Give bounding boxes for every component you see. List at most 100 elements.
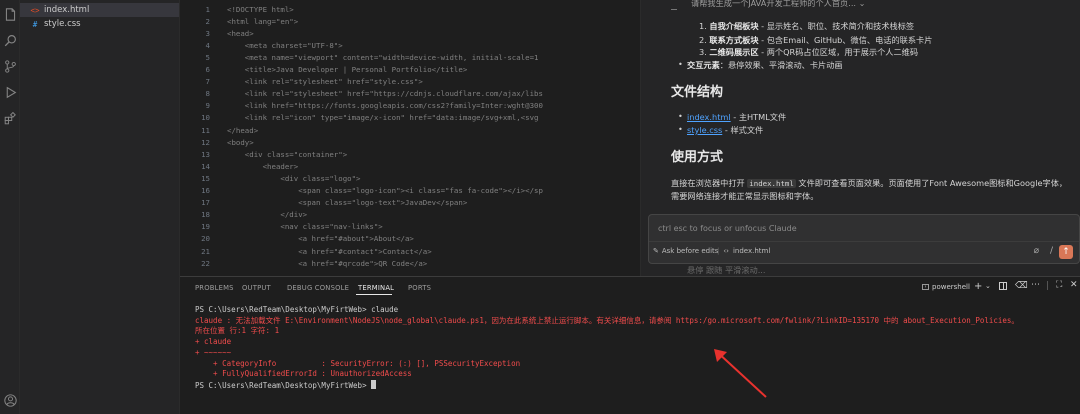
extensions-icon[interactable]: [2, 110, 18, 126]
ghost-text-content: 悬停 跟随 平滑滚动...: [687, 265, 766, 275]
code-line[interactable]: 18 </div>: [180, 209, 640, 221]
file-link[interactable]: index.html: [687, 112, 731, 122]
run-debug-icon[interactable]: [2, 84, 18, 100]
code-line[interactable]: 1 <!DOCTYPE html>: [180, 3, 640, 15]
list-text: - 样式文件: [722, 125, 764, 135]
code-text: <head>: [227, 28, 254, 38]
code-line[interactable]: 10 <link rel="icon" type="image/x-icon" …: [180, 112, 640, 124]
claude-input-box[interactable]: ctrl esc to focus or unfocus Claude ✎ As…: [648, 214, 1080, 264]
code-text: <header>: [227, 161, 299, 171]
split-terminal-icon[interactable]: [999, 282, 1007, 290]
code-line[interactable]: 4 <meta charset="UTF-8">: [180, 39, 640, 51]
chevron-down-icon[interactable]: ⌄: [859, 0, 866, 8]
trash-icon[interactable]: ⌫: [1015, 281, 1028, 291]
account-icon[interactable]: [2, 392, 18, 408]
code-line[interactable]: 12 <body>: [180, 136, 640, 148]
file-item-index-html[interactable]: <> index.html: [20, 3, 179, 17]
more-actions-icon[interactable]: ⋯: [1031, 280, 1040, 290]
code-editor[interactable]: 1 <!DOCTYPE html> 2 <html lang="en"> 3 <head>…: [180, 0, 640, 276]
file-link[interactable]: style.css: [687, 125, 722, 135]
slash-command-icon[interactable]: /: [1050, 246, 1053, 256]
code-line[interactable]: 14 <header>: [180, 160, 640, 172]
ask-label: Ask before edits: [661, 247, 719, 255]
add-terminal-icon[interactable]: +: [974, 281, 982, 292]
tab-problems[interactable]: PROBLEMS: [195, 284, 234, 292]
heading-text: 文件结构: [671, 85, 724, 100]
terminal-text: PS C:\Users\RedTeam\Desktop\MyFirtWeb>: [195, 380, 372, 390]
line-number: 13: [201, 149, 210, 159]
code-line[interactable]: 22 <a href="#qrcode">QR Code</a>: [180, 257, 640, 269]
line-number: 6: [205, 65, 210, 74]
code-line[interactable]: 9 <link href="https://fonts.googleapis.c…: [180, 100, 640, 112]
separator: |: [1046, 281, 1050, 291]
code-text: <html lang="en">: [227, 16, 299, 26]
list-item: 3. 二维码展示区 - 两个QR码占位区域，用于展示个人二维码: [699, 46, 918, 58]
code-line[interactable]: 16 <span class="logo-icon"><i class="fas…: [180, 185, 640, 197]
code-text: </div>: [227, 210, 308, 220]
code-line[interactable]: 5 <meta name="viewport" content="width=d…: [180, 51, 640, 63]
line-number: 20: [201, 234, 210, 244]
code-line[interactable]: 7 <link rel="stylesheet" href="style.css…: [180, 76, 640, 88]
tab-output[interactable]: OUTPUT: [242, 284, 271, 292]
code-line[interactable]: 8 <link rel="stylesheet" href="https://c…: [180, 88, 640, 100]
code-line[interactable]: 15 <div class="logo">: [180, 172, 640, 184]
code-text: <meta name="viewport" content="width=dev…: [227, 52, 539, 62]
code-line[interactable]: 13 <div class="container">: [180, 148, 640, 160]
file-explorer: <> index.html # style.css: [20, 0, 180, 414]
files-icon[interactable]: [2, 6, 18, 22]
file-chip-label: index.html: [732, 247, 771, 255]
code-text: <div class="logo">: [227, 173, 361, 183]
terminal-text: PS C:\Users\RedTeam\Desktop\MyFirtWeb> c…: [195, 305, 399, 314]
close-icon[interactable]: ✕: [1070, 280, 1078, 290]
code-line[interactable]: 21 <a href="#contact">Contact</a>: [180, 245, 640, 257]
terminal-shell-selector[interactable]: › powershell: [922, 283, 970, 291]
paperclip-icon[interactable]: ⌀: [1034, 246, 1039, 256]
line-number: 9: [205, 101, 210, 111]
code-line[interactable]: 19 <nav class="nav-links">: [180, 221, 640, 233]
code-text: <nav class="nav-links">: [227, 222, 383, 232]
tab-debug-console[interactable]: DEBUG CONSOLE: [287, 284, 349, 292]
terminal-error-line: + FullyQualifiedErrorId : UnauthorizedAc…: [195, 369, 412, 379]
terminal-error-line: 所在位置 行:1 字符: 1: [195, 326, 279, 336]
ask-before-edits-toggle[interactable]: ✎ Ask before edits: [653, 247, 718, 255]
code-line[interactable]: 17 <span class="logo-text">JavaDev</span…: [180, 197, 640, 209]
paragraph-text: 需要网络连接才能正常显示图标和字体。: [671, 191, 819, 201]
list-text: - 主HTML文件: [730, 112, 787, 122]
source-control-icon[interactable]: [2, 58, 18, 74]
code-line[interactable]: 11 </head>: [180, 124, 640, 136]
input-placeholder[interactable]: ctrl esc to focus or unfocus Claude: [658, 224, 797, 233]
terminal-text: + CategoryInfo : SecurityError: (:) [], …: [195, 358, 521, 368]
code-line[interactable]: 6 <title>Java Developer | Personal Portf…: [180, 64, 640, 76]
file-chip[interactable]: | ‹› index.html: [717, 247, 770, 255]
search-icon[interactable]: [2, 32, 18, 48]
code-line[interactable]: 20 <a href="#about">About</a>: [180, 233, 640, 245]
line-number: 5: [205, 52, 210, 62]
line-number: 22: [201, 258, 210, 268]
terminal-text: + FullyQualifiedErrorId : UnauthorizedAc…: [195, 369, 412, 379]
usage-paragraph: 直接在浏览器中打开 index.html 文件即可查看页面效果。页面使用了Fon…: [671, 177, 1067, 189]
bottom-panel: PROBLEMS OUTPUT DEBUG CONSOLE TERMINAL P…: [180, 276, 1080, 414]
list-text: - 包含Email、GitHub、微信、电话的联系卡片: [758, 35, 933, 45]
line-number: 3: [205, 28, 210, 38]
line-number: 7: [205, 77, 210, 87]
bullet: •: [678, 59, 683, 69]
terminal-text: claude : 无法加载文件 E:\Environment\NodeJS\no…: [195, 315, 1019, 325]
usage-paragraph-line2: 需要网络连接才能正常显示图标和字体。: [671, 190, 818, 202]
code-text: <a href="#qrcode">QR Code</a>: [227, 258, 428, 268]
line-number: 16: [201, 186, 210, 195]
terminal-line: PS C:\Users\RedTeam\Desktop\MyFirtWeb> c…: [195, 305, 398, 315]
tab-ports[interactable]: PORTS: [408, 284, 431, 292]
terminal-line: PS C:\Users\RedTeam\Desktop\MyFirtWeb>: [195, 379, 377, 390]
maximize-panel-icon[interactable]: ⛶: [1056, 280, 1062, 290]
paragraph-text: 文件即可查看页面效果。页面使用了Font Awesome图标和Google字体，: [795, 178, 1068, 188]
arrow-up-icon: ↑: [1062, 247, 1070, 257]
list-item: 2. 联系方式板块 - 包含Email、GitHub、微信、电话的联系卡片: [699, 34, 932, 46]
line-number: 8: [205, 89, 210, 99]
code-line[interactable]: 3 <head>: [180, 27, 640, 39]
file-item-style-css[interactable]: # style.css: [20, 17, 179, 31]
send-button[interactable]: ↑: [1059, 245, 1073, 259]
chevron-down-icon[interactable]: ⌄: [985, 282, 991, 290]
code-line[interactable]: 2 <html lang="en">: [180, 15, 640, 27]
tab-terminal[interactable]: TERMINAL: [358, 284, 394, 292]
list-item: 1. 自我介绍板块 - 显示姓名、职位、技术简介和技术栈标签: [699, 20, 914, 32]
